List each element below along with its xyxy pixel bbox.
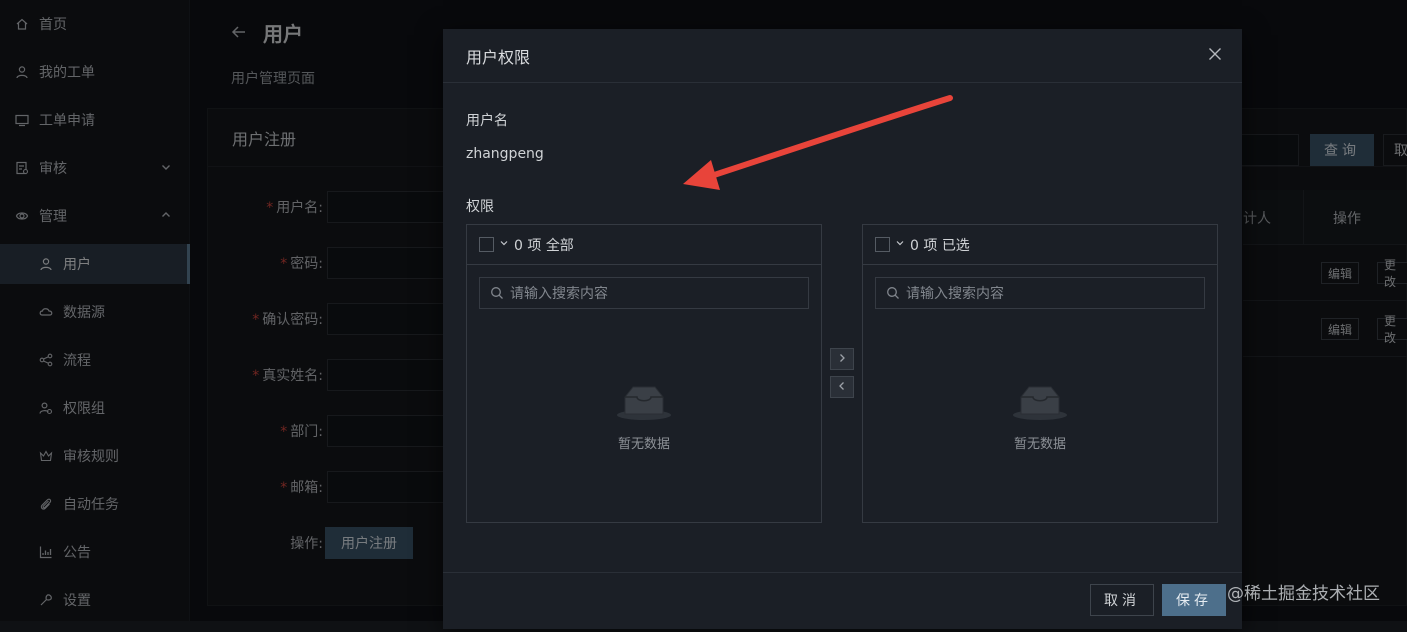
close-icon[interactable]: [1208, 47, 1222, 65]
transfer-source-list: 0 项 全部 请输入搜索内容 暂无数据: [466, 224, 822, 523]
transfer-source-header: 0 项 全部: [467, 225, 821, 265]
move-right-button[interactable]: [830, 348, 854, 370]
cancel-button[interactable]: 取消: [1090, 584, 1154, 616]
empty-text: 暂无数据: [467, 433, 821, 452]
watermark: @稀土掘金技术社区: [1227, 579, 1380, 604]
empty-box-icon: [1011, 383, 1069, 427]
move-left-button[interactable]: [830, 376, 854, 398]
search-input[interactable]: 请输入搜索内容: [479, 277, 809, 309]
list-title: 全部: [546, 235, 574, 255]
chevron-left-icon: [837, 379, 847, 395]
username-value: zhangpeng: [466, 146, 544, 162]
item-count: 0 项: [514, 235, 541, 255]
search-placeholder: 请输入搜索内容: [906, 283, 1004, 303]
list-title: 已选: [942, 235, 970, 255]
empty-text: 暂无数据: [863, 433, 1217, 452]
select-all-checkbox[interactable]: [479, 237, 494, 252]
search-placeholder: 请输入搜索内容: [510, 283, 608, 303]
user-permission-dialog: 用户权限 用户名 zhangpeng 权限 0 项 全部 请输入搜索内容 暂无数…: [443, 29, 1242, 629]
dialog-title: 用户权限: [443, 29, 1242, 83]
save-button[interactable]: 保存: [1162, 584, 1226, 616]
username-label: 用户名: [466, 110, 508, 130]
item-count: 0 项: [910, 235, 937, 255]
select-all-checkbox[interactable]: [875, 237, 890, 252]
chevron-down-icon[interactable]: [499, 238, 509, 251]
chevron-down-icon[interactable]: [895, 238, 905, 251]
search-icon: [490, 286, 504, 300]
chevron-right-icon: [837, 351, 847, 367]
dialog-footer: 取消 保存: [443, 572, 1242, 632]
transfer-target-list: 0 项 已选 请输入搜索内容 暂无数据: [862, 224, 1218, 523]
search-input[interactable]: 请输入搜索内容: [875, 277, 1205, 309]
search-icon: [886, 286, 900, 300]
transfer-target-header: 0 项 已选: [863, 225, 1217, 265]
empty-box-icon: [615, 383, 673, 427]
permission-label: 权限: [466, 196, 494, 216]
